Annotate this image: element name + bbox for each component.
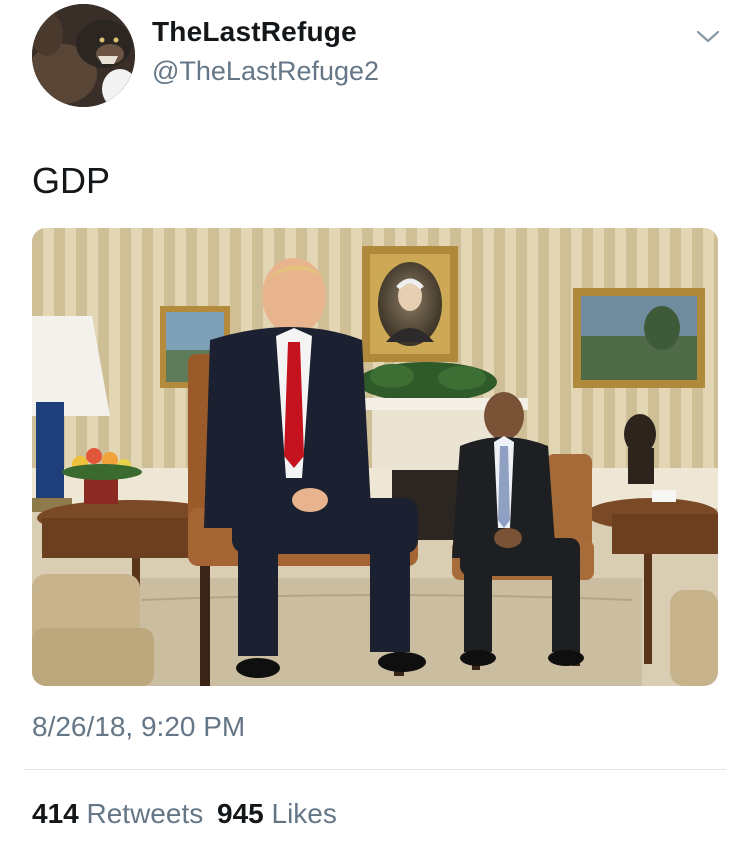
likes-label: Likes	[271, 798, 337, 829]
tweet-text: GDP	[32, 160, 111, 201]
retweets-stat[interactable]: 414 Retweets	[32, 798, 211, 829]
author-avatar[interactable]	[32, 4, 135, 107]
photo	[32, 228, 718, 686]
tweet-timestamp[interactable]: 8/26/18, 9:20 PM	[32, 711, 245, 743]
author-handle[interactable]: @TheLastRefuge2	[152, 56, 379, 87]
wolf-avatar-icon	[32, 4, 135, 107]
tweet-stats: 414 Retweets 945 Likes	[32, 798, 337, 830]
divider	[24, 769, 726, 770]
author-display-name[interactable]: TheLastRefuge	[152, 16, 357, 48]
likes-count: 945	[217, 798, 264, 829]
retweets-label: Retweets	[86, 798, 204, 829]
chevron-down-icon	[696, 30, 720, 43]
likes-stat[interactable]: 945 Likes	[217, 798, 337, 829]
retweets-count: 414	[32, 798, 79, 829]
tweet-media-photo[interactable]	[32, 228, 718, 686]
tweet-options-button[interactable]	[694, 26, 722, 46]
